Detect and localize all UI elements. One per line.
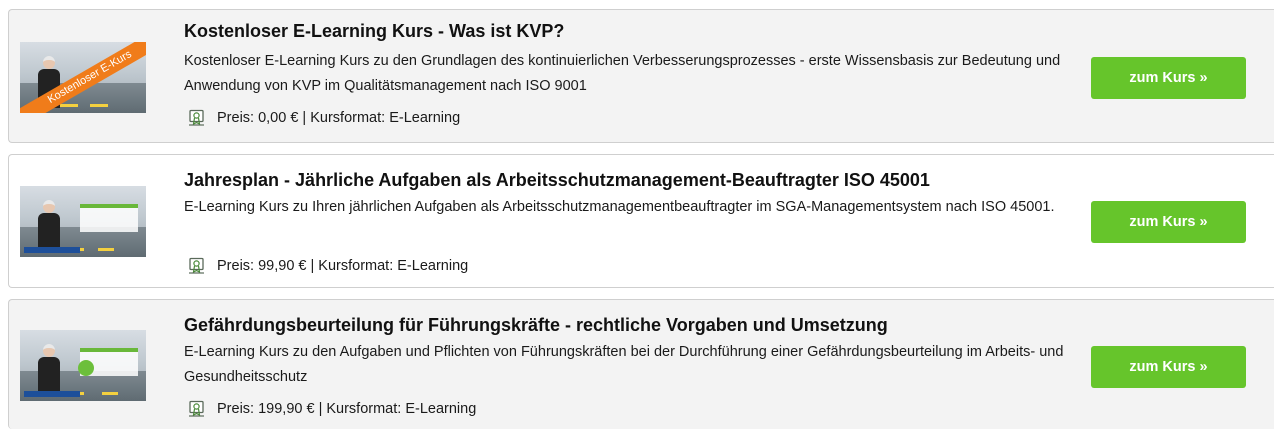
to-course-button[interactable]: zum Kurs » xyxy=(1091,346,1246,388)
certificate-icon xyxy=(189,400,204,417)
course-card: Jahresplan - Jährliche Aufgaben als Arbe… xyxy=(8,154,1274,288)
course-title[interactable]: Gefährdungsbeurteilung für Führungskräft… xyxy=(184,315,888,336)
to-course-button[interactable]: zum Kurs » xyxy=(1091,57,1246,99)
brand-bar xyxy=(24,247,80,253)
course-title[interactable]: Kostenloser E-Learning Kurs - Was ist KV… xyxy=(184,21,564,42)
brand-bar xyxy=(24,391,80,397)
course-thumbnail[interactable]: Kostenloser E-Kurs xyxy=(20,42,146,113)
to-course-button[interactable]: zum Kurs » xyxy=(1091,201,1246,243)
course-list: Kostenloser E-Kurs Kostenloser E-Learnin… xyxy=(0,0,1274,429)
course-description: Kostenloser E-Learning Kurs zu den Grund… xyxy=(184,53,1061,94)
course-meta: Preis: 99,90 € | Kursformat: E-Learning xyxy=(188,257,468,274)
course-price: Preis: 199,90 € | Kursformat: E-Learning xyxy=(217,400,477,417)
course-description: E-Learning Kurs zu Ihren jährlichen Aufg… xyxy=(184,199,1055,215)
course-thumbnail[interactable] xyxy=(20,330,146,401)
presenter-image xyxy=(38,200,60,252)
course-meta: Preis: 0,00 € | Kursformat: E-Learning xyxy=(188,109,460,126)
course-meta: Preis: 199,90 € | Kursformat: E-Learning xyxy=(188,400,476,417)
title-panel xyxy=(80,204,138,232)
course-description: E-Learning Kurs zu den Aufgaben und Pfli… xyxy=(184,344,1064,385)
course-price: Preis: 0,00 € | Kursformat: E-Learning xyxy=(217,109,461,126)
certificate-icon xyxy=(189,109,204,126)
course-title[interactable]: Jahresplan - Jährliche Aufgaben als Arbe… xyxy=(184,170,930,191)
certificate-icon xyxy=(189,257,204,274)
course-price: Preis: 99,90 € | Kursformat: E-Learning xyxy=(217,257,469,274)
course-thumbnail[interactable] xyxy=(20,186,146,257)
course-card: Gefährdungsbeurteilung für Führungskräft… xyxy=(8,299,1274,429)
course-card: Kostenloser E-Kurs Kostenloser E-Learnin… xyxy=(8,9,1274,143)
presenter-image xyxy=(38,344,60,396)
play-icon[interactable] xyxy=(78,360,94,376)
